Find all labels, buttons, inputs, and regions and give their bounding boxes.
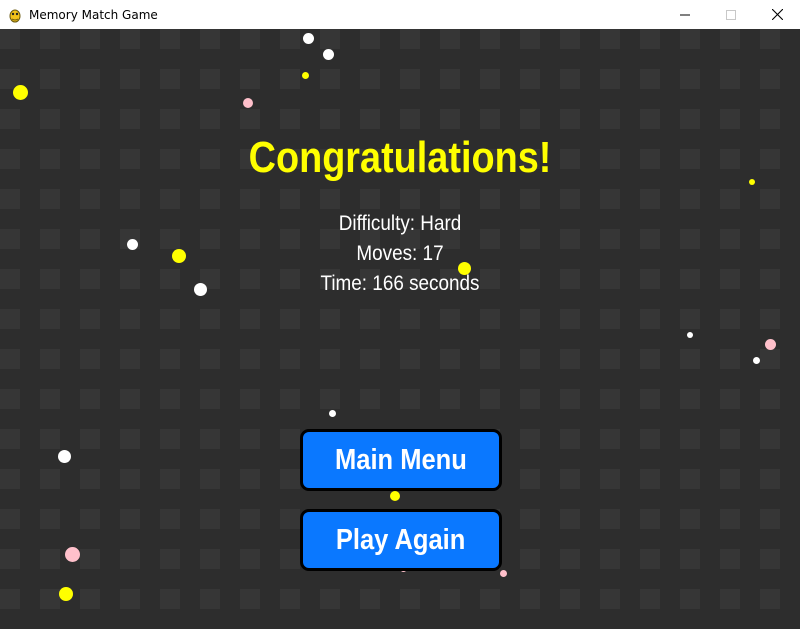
- confetti-particle: [764, 338, 776, 350]
- main-menu-label: Main Menu: [335, 443, 467, 476]
- confetti-particle: [322, 48, 334, 60]
- maximize-icon: [726, 9, 736, 20]
- confetti-particle: [302, 32, 314, 44]
- confetti-particle: [243, 98, 253, 108]
- difficulty-text: Difficulty: Hard: [338, 212, 462, 235]
- confetti-particle: [64, 546, 80, 562]
- minimize-icon: [680, 14, 690, 15]
- confetti-particle: [12, 84, 28, 100]
- window-controls: [662, 0, 800, 29]
- congratulations-heading: Congratulations!: [248, 133, 552, 182]
- confetti-particle: [499, 569, 507, 577]
- maximize-button[interactable]: [708, 0, 754, 29]
- main-menu-button[interactable]: Main Menu: [300, 429, 502, 491]
- play-again-button[interactable]: Play Again: [300, 509, 502, 571]
- close-icon: [771, 9, 783, 20]
- pygame-snake-icon: [9, 9, 21, 22]
- minimize-button[interactable]: [662, 0, 708, 29]
- confetti-particle: [57, 449, 71, 463]
- time-text: Time: 166 seconds: [320, 272, 480, 295]
- confetti-particle: [390, 491, 400, 501]
- confetti-particle: [59, 587, 73, 601]
- window-titlebar: Memory Match Game: [0, 0, 800, 29]
- moves-text: Moves: 17: [356, 242, 444, 265]
- close-button[interactable]: [754, 0, 800, 29]
- confetti-particle: [752, 356, 760, 364]
- confetti-particle: [687, 332, 693, 338]
- window-title: Memory Match Game: [29, 7, 158, 22]
- confetti-particle: [749, 179, 755, 185]
- play-again-label: Play Again: [336, 523, 466, 556]
- game-canvas: Congratulations! Difficulty: Hard Moves:…: [0, 29, 800, 629]
- confetti-particle: [301, 71, 309, 79]
- confetti-particle: [328, 409, 336, 417]
